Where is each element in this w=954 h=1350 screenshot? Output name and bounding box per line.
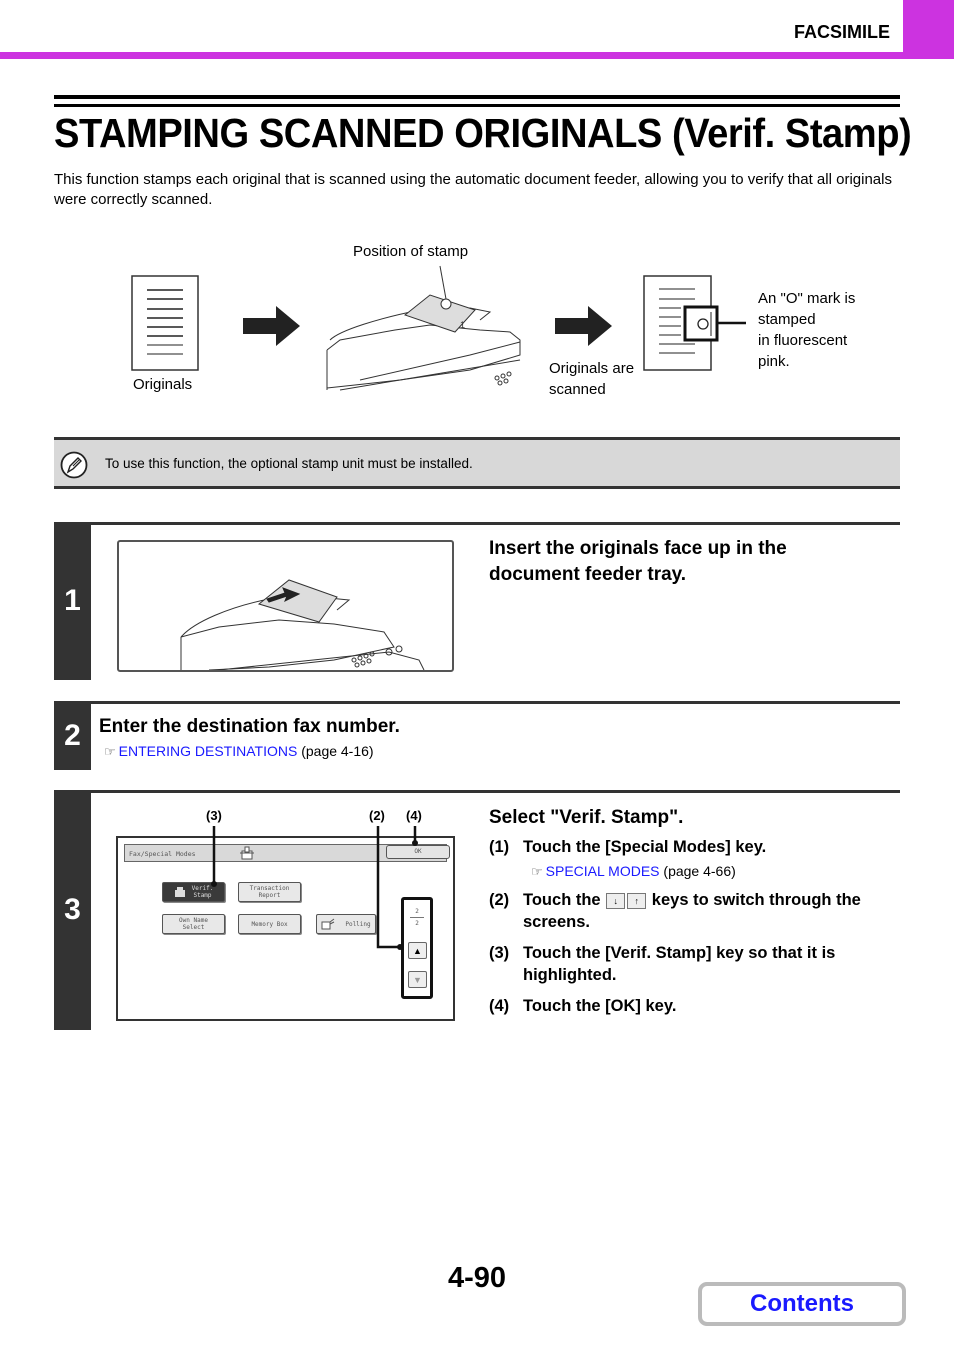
step-1: 1 Insert the originals face up in the do… (54, 522, 900, 680)
ok-button[interactable]: OK (386, 845, 450, 859)
stamped-document-icon (643, 275, 746, 371)
pointing-hand-icon: ☞ (104, 744, 116, 759)
svg-text:1: 1 (460, 320, 465, 330)
stamp-icon (174, 887, 185, 897)
pencil-note-icon (60, 451, 88, 479)
special-modes-reference: ☞ SPECIAL MODES (page 4-66) (531, 863, 736, 880)
arrow-up-icon: ▲ (413, 946, 422, 956)
down-key-icon: ↓ (606, 892, 626, 909)
title-rule (54, 104, 900, 107)
step-2: 2 Enter the destination fax number. ☞ ENT… (54, 701, 900, 770)
substep-3: (3) Touch the [Verif. Stamp] key so that… (489, 944, 836, 984)
step-2-heading: Enter the destination fax number. (99, 716, 400, 737)
substep-1: (1) Touch the [Special Modes] key. (489, 838, 767, 856)
entering-destinations-link[interactable]: ENTERING DESTINATIONS (119, 743, 298, 759)
document-feeder-illustration: 1 (326, 265, 521, 391)
title-rule (54, 95, 900, 99)
arrow-right-icon (555, 306, 612, 346)
stamp-diagram: 1 Originals Position of stamp Originals … (0, 230, 954, 410)
contents-button[interactable]: Contents (698, 1282, 906, 1326)
special-modes-panel: Fax/Special Modes OK Verif. Stamp Transac… (116, 836, 455, 1021)
step-number: 2 (54, 701, 91, 770)
note-text: To use this function, the optional stamp… (105, 456, 473, 471)
originals-caption: Originals (133, 376, 193, 393)
mark-caption: An "O" mark is stamped in fluorescent pi… (758, 290, 856, 370)
step-number: 3 (54, 790, 91, 1030)
step-1-heading: Insert the originals face up in the docu… (489, 538, 787, 585)
substep-4: (4) Touch the [OK] key. (489, 997, 677, 1015)
stamp-position-caption: Position of stamp (353, 243, 469, 260)
transaction-report-key[interactable]: Transaction Report (238, 882, 301, 902)
intro-text: This function stamps each original that … (54, 171, 892, 208)
reference-page: (page 4-16) (301, 743, 374, 759)
section-label: FACSIMILE (793, 22, 890, 42)
page-scroll-control: 2 2 ▲ ▼ (401, 897, 433, 999)
special-modes-link[interactable]: SPECIAL MODES (546, 863, 660, 879)
insert-originals-graphic (180, 579, 425, 671)
pointing-hand-icon: ☞ (531, 864, 543, 879)
page-number: 4-90 (448, 1262, 507, 1294)
note-box: To use this function, the optional stamp… (54, 437, 900, 489)
polling-icon (321, 918, 335, 930)
panel-mode-icon (240, 846, 254, 860)
memory-box-key[interactable]: Memory Box (238, 914, 301, 934)
scroll-up-button[interactable]: ▲ (408, 942, 427, 959)
header-bar (0, 52, 954, 59)
feeder-insert-illustration (117, 540, 454, 672)
own-name-select-key[interactable]: Own Name Select (162, 914, 225, 934)
callout-4: (4) (406, 808, 422, 823)
callout-3: (3) (206, 808, 222, 823)
original-document-icon (131, 275, 199, 371)
callout-2: (2) (369, 808, 385, 823)
scanned-caption: Originals are scanned (549, 360, 635, 398)
step-number: 1 (54, 522, 91, 680)
page-current: 2 (415, 908, 419, 915)
arrow-right-icon (243, 306, 300, 346)
scroll-down-button[interactable]: ▼ (408, 971, 427, 988)
reference-page: (page 4-66) (663, 863, 736, 879)
verif-stamp-key[interactable]: Verif. Stamp (162, 882, 225, 902)
section-tab (903, 0, 954, 59)
page-title: STAMPING SCANNED ORIGINALS (Verif. Stamp… (54, 110, 912, 156)
entering-destinations-reference: ☞ ENTERING DESTINATIONS (page 4-16) (104, 743, 374, 760)
polling-key[interactable]: Polling (316, 914, 376, 934)
page-total: 2 (415, 920, 419, 927)
step-3-heading: Select "Verif. Stamp". (489, 807, 684, 828)
page-divider (410, 917, 424, 918)
up-key-icon: ↑ (627, 892, 647, 909)
arrow-down-icon: ▼ (413, 975, 422, 985)
substep-2: (2) Touch the ↓ ↑ keys to switch through … (489, 891, 861, 931)
